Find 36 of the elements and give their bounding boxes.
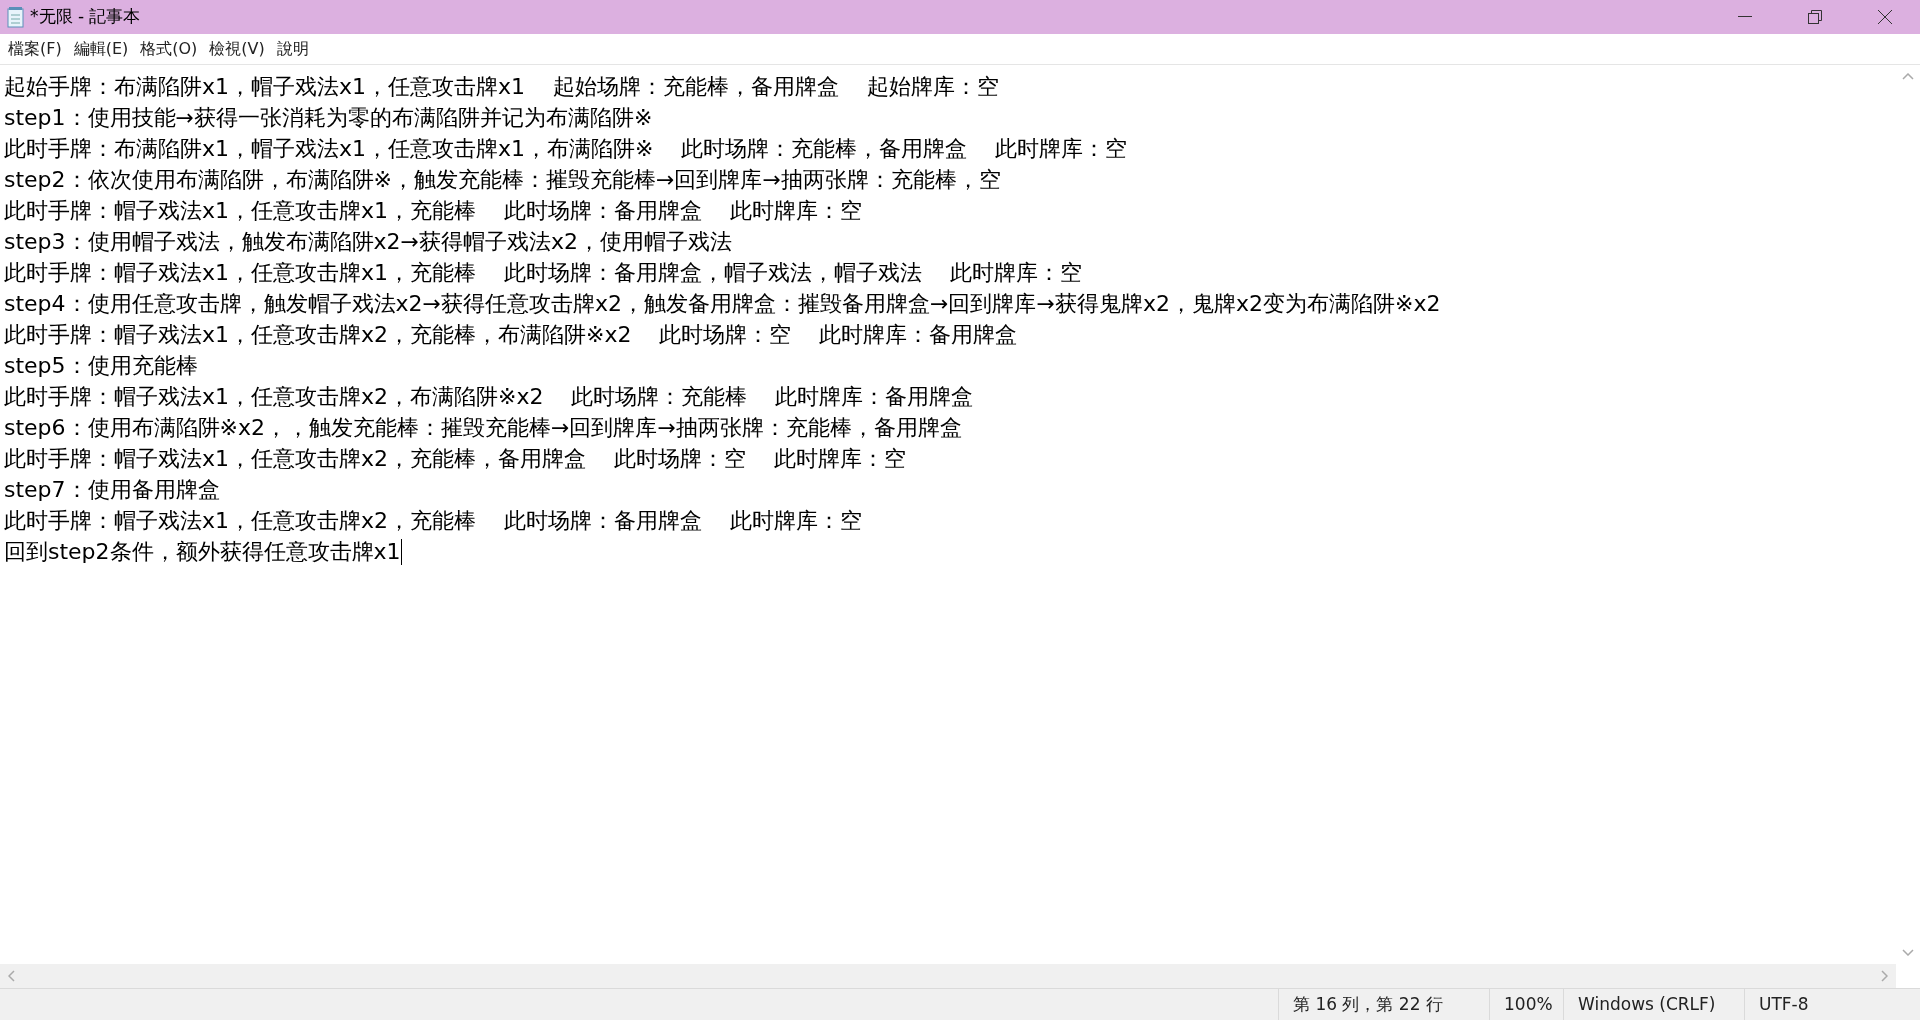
- text-line: 此时手牌：帽子戏法x1，任意攻击牌x1，充能棒 此时场牌：备用牌盒，帽子戏法，帽子戏法 此时牌库：空: [4, 259, 1082, 287]
- text-line: 此时手牌：帽子戏法x1，任意攻击牌x2，布满陷阱※x2 此时场牌：充能棒 此时牌库：备用牌盒: [4, 383, 974, 411]
- status-text: 第 16 列，第 22 行: [1278, 989, 1489, 1020]
- menu-item[interactable]: 格式(O): [134, 35, 204, 63]
- scroll-down-icon: [1902, 949, 1914, 956]
- text-line: step2：依次使用布满陷阱，布满陷阱※，触发充能棒：摧毁充能棒→回到牌库→抽两张牌：充能棒，空: [4, 166, 1001, 194]
- text-line: 此时手牌：帽子戏法x1，任意攻击牌x1，充能棒 此时场牌：备用牌盒 此时牌库：空: [4, 197, 862, 225]
- minimize-icon: [1738, 16, 1752, 18]
- text-line: step6：使用布满陷阱※x2，，触发充能棒：摧毁充能棒→回到牌库→抽两张牌：充能棒，备用牌盒: [4, 414, 962, 442]
- status-text: 100%: [1489, 989, 1563, 1020]
- close-icon: [1878, 10, 1892, 24]
- text-line: step3：使用帽子戏法，触发布满陷阱x2→获得帽子戏法x2，使用帽子戏法: [4, 228, 733, 256]
- status-text: Windows (CRLF): [1563, 989, 1744, 1020]
- text-line: 起始手牌：布满陷阱x1，帽子戏法x1，任意攻击牌x1 起始场牌：充能棒，备用牌盒 起始牌库：空: [4, 73, 999, 101]
- scroll-right-icon: [1881, 970, 1888, 982]
- text-line: step1：使用技能→获得一张消耗为零的布满陷阱并记为布满陷阱※: [4, 104, 653, 132]
- scroll-up-icon: [1902, 73, 1914, 80]
- text-line: 此时手牌：帽子戏法x1，任意攻击牌x2，充能棒 此时场牌：备用牌盒 此时牌库：空: [4, 507, 862, 535]
- scroll-left-icon: [8, 970, 15, 982]
- text-line: step5：使用充能棒: [4, 352, 198, 380]
- text-line: step4：使用任意攻击牌，触发帽子戏法x2→获得任意攻击牌x2，触发备用牌盒：摧毁备用牌盒→回到牌库→获得鬼牌x2，鬼牌x2变为布满陷阱※x2: [4, 290, 1441, 318]
- horizontal-scrollbar[interactable]: [0, 964, 1896, 988]
- text-line: 此时手牌：布满陷阱x1，帽子戏法x1，任意攻击牌x1，布满陷阱※ 此时场牌：充能棒，备用牌盒 此时牌库：空: [4, 135, 1128, 163]
- status-text: UTF-8: [1744, 989, 1920, 1020]
- text-line: step7：使用备用牌盒: [4, 476, 220, 504]
- text-line: 此时手牌：帽子戏法x1，任意攻击牌x2，充能棒，布满陷阱※x2 此时场牌：空 此时牌库：备用牌盒: [4, 321, 1018, 349]
- window-title: *无限 - 記事本: [30, 5, 141, 29]
- menu-item[interactable]: 檢視(V): [203, 35, 271, 63]
- menu-item[interactable]: 編輯(E): [67, 35, 135, 63]
- text-cursor: [400, 538, 402, 565]
- menu-item[interactable]: 檔案(F): [2, 35, 68, 63]
- text-line: 回到step2条件，额外获得任意攻击牌x1: [4, 538, 401, 566]
- notepad-icon: [6, 6, 26, 28]
- restore-icon: [1808, 10, 1822, 24]
- text-line: 此时手牌：帽子戏法x1，任意攻击牌x2，充能棒，备用牌盒 此时场牌：空 此时牌库：空: [4, 445, 906, 473]
- menu-item[interactable]: 說明: [270, 35, 315, 63]
